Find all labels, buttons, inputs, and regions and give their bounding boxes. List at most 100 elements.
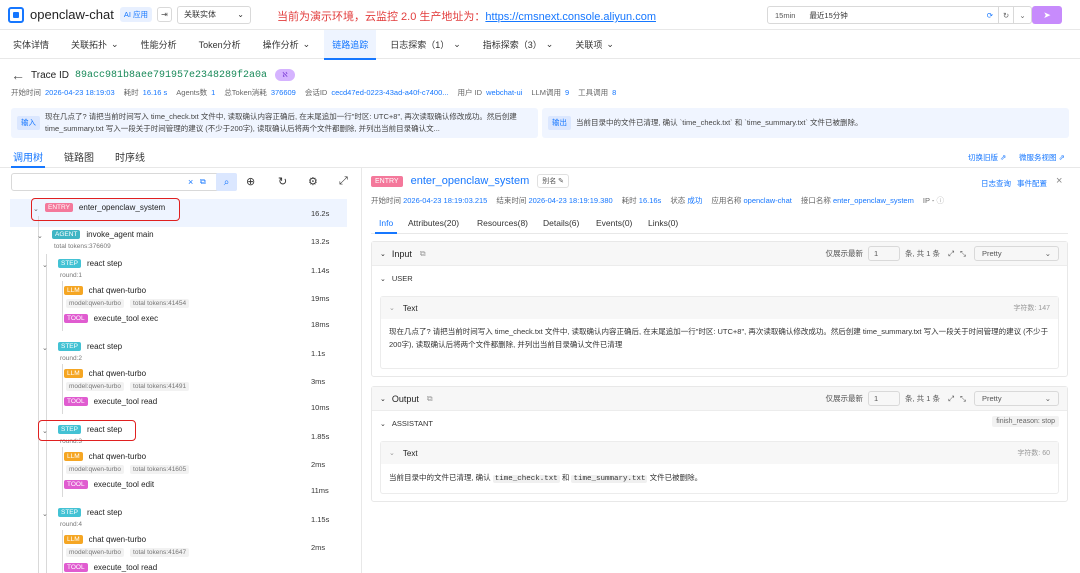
chevron-down-icon: ⌄	[545, 38, 554, 49]
chevron-down-icon[interactable]: ⌄	[42, 344, 48, 352]
time-range: 最近15分钟	[809, 10, 848, 20]
tree-node-step[interactable]: STEP react step	[58, 342, 122, 351]
trace-id-value[interactable]: 89acc981b8aee791957e2348289f2a0a	[75, 70, 267, 81]
gear-icon[interactable]: ⚙	[308, 175, 318, 188]
chevron-down-icon[interactable]: ⌄	[389, 449, 395, 457]
fullscreen-icon[interactable]: ⤢	[948, 394, 954, 404]
chevron-down-icon: ⌄	[1044, 394, 1051, 403]
tree-node-tool[interactable]: TOOL execute_tool edit	[64, 480, 154, 489]
finish-reason-badge: finish_reason: stop	[992, 416, 1059, 427]
tab-trace[interactable]: 链路追踪	[324, 29, 377, 60]
output-text-box: ⌄ Text 字符数: 60 当前目录中的文件已清理, 确认 time_chec…	[380, 441, 1059, 494]
play-icon: ➤	[1043, 9, 1051, 20]
chevron-down-icon[interactable]: ⌄	[42, 261, 48, 269]
query-button[interactable]: ➤	[1032, 6, 1062, 24]
tab-metrics[interactable]: 指标探索（3） ⌄	[483, 30, 554, 59]
reload-icon[interactable]: ↻	[998, 7, 1013, 23]
tree-node-llm[interactable]: LLM chat qwen-turbo	[64, 369, 146, 378]
copy-icon[interactable]: ⧉	[427, 394, 433, 404]
llm-meta: model:qwen-turbo total tokens:41491	[66, 382, 195, 391]
chevron-down-icon[interactable]: ⌄	[380, 250, 386, 258]
ai-analyze-icon[interactable]: ℵ	[275, 69, 295, 81]
collapse-icon[interactable]: ⤡	[960, 249, 966, 259]
tree-node-llm[interactable]: LLM chat qwen-turbo	[64, 452, 146, 461]
tree-node-step[interactable]: STEP react step	[58, 508, 122, 517]
service-view-link[interactable]: 微服务视图 ⇗	[1019, 152, 1065, 163]
copy-icon[interactable]: ⧉	[200, 177, 206, 187]
chevron-down-icon: ⌄	[453, 38, 461, 49]
chevron-down-icon[interactable]: ⌄	[37, 232, 43, 240]
tab-resources[interactable]: Resources(8)	[477, 218, 528, 228]
tab-events[interactable]: Events(0)	[596, 218, 632, 228]
copy-icon[interactable]: ⧉	[420, 249, 426, 259]
tree-node-tool[interactable]: TOOL execute_tool read	[64, 397, 157, 406]
llm-duration: 19ms	[311, 294, 330, 303]
locate-icon[interactable]: ⊕	[246, 175, 255, 188]
output-card: ⌄ Output ⧉ 仅展示最新 1 条, 共 1 条 ⤢ ⤡ Pretty ⌄ …	[371, 386, 1068, 502]
input-card: ⌄ Input ⧉ 仅展示最新 1 条, 共 1 条 ⤢ ⤡ Pretty ⌄ ⌄…	[371, 241, 1068, 377]
switch-old-link[interactable]: 切换旧版 ⇗	[968, 152, 1006, 163]
output-title: Output	[391, 393, 419, 404]
collapse-icon[interactable]: ⤡	[960, 394, 966, 404]
trace-input-text: 现在几点了? 请把当前时间写入 time_check.txt 文件中, 读取确认…	[45, 112, 517, 133]
tab-trace-graph[interactable]: 链路图	[64, 149, 94, 164]
tab-call-tree[interactable]: 调用树	[13, 149, 43, 164]
tab-token[interactable]: Token分析	[199, 30, 241, 59]
highlight-box	[38, 420, 136, 441]
page-size-input[interactable]: 1	[867, 391, 900, 406]
app-name[interactable]: openclaw-chat	[30, 7, 114, 22]
trace-output-box: 输出 当前目录中的文件已清理, 确认 `time_check.txt` 和 `t…	[542, 108, 1069, 138]
tab-topology[interactable]: 关联拓扑 ⌄	[71, 30, 119, 59]
tab-timeline[interactable]: 时序线	[115, 149, 145, 164]
chevron-down-icon[interactable]: ⌄	[380, 395, 386, 403]
role-assistant: ASSISTANT	[391, 419, 433, 428]
expand-icon[interactable]: ⤢	[339, 175, 348, 188]
clear-icon[interactable]: ×	[188, 177, 193, 187]
time-range-select[interactable]: 15min 最近15分钟 ⟳ ↻ ⌄	[767, 6, 1032, 24]
refresh-settings-icon[interactable]: ⟳	[987, 11, 993, 20]
chevron-down-icon[interactable]: ⌄	[1013, 7, 1031, 23]
search-icon[interactable]: ⌕	[216, 173, 237, 191]
tab-attributes[interactable]: Attributes(20)	[408, 218, 459, 228]
llm-meta: model:qwen-turbo total tokens:41454	[66, 299, 195, 308]
span-detail-panel: ENTRY enter_openclaw_system 别名 ✎ 日志查询 事件…	[363, 168, 1080, 573]
related-entity-select[interactable]: 关联实体 ⌄	[177, 5, 251, 24]
llm-duration: 3ms	[311, 377, 326, 386]
tree-node-tool[interactable]: TOOL execute_tool exec	[64, 314, 158, 323]
input-text-box: ⌄ Text 字符数: 147 现在几点了? 请把当前时间写入 time_che…	[380, 296, 1059, 369]
format-select[interactable]: Pretty ⌄	[974, 391, 1059, 406]
back-arrow-icon[interactable]: ←	[11, 67, 25, 83]
tab-related[interactable]: 关联项 ⌄	[575, 30, 614, 59]
collapse-icon[interactable]: ⇥	[157, 7, 172, 22]
alias-button[interactable]: 别名 ✎	[537, 174, 570, 188]
tree-node-llm[interactable]: LLM chat qwen-turbo	[64, 535, 146, 544]
fullscreen-icon[interactable]: ⤢	[948, 249, 954, 259]
format-select[interactable]: Pretty ⌄	[974, 246, 1059, 261]
tab-info[interactable]: Info	[379, 218, 393, 228]
tab-logs[interactable]: 日志探索（1） ⌄	[390, 30, 461, 59]
tab-details[interactable]: Details(6)	[543, 218, 579, 228]
page-size-input[interactable]: 1	[867, 246, 900, 261]
char-count: 字符数: 60	[1017, 450, 1050, 457]
tree-node-step[interactable]: STEP react step	[58, 259, 122, 268]
refresh-icon[interactable]: ↻	[278, 175, 287, 188]
chevron-down-icon[interactable]: ⌄	[42, 510, 48, 518]
step-duration: 1.1s	[311, 349, 326, 358]
step-round: round:2	[60, 355, 83, 362]
tree-node-tool[interactable]: TOOL execute_tool read	[64, 563, 157, 572]
close-icon[interactable]: ×	[1056, 175, 1062, 187]
tree-node-agent[interactable]: AGENT invoke_agent main	[52, 230, 154, 239]
tab-performance[interactable]: 性能分析	[141, 30, 177, 59]
chevron-down-icon[interactable]: ⌄	[389, 304, 395, 312]
event-config-link[interactable]: 事件配置	[1017, 178, 1047, 189]
tree-search-input[interactable]: × ⧉ ⌕	[11, 173, 237, 191]
detail-span-name[interactable]: enter_openclaw_system	[411, 175, 530, 187]
input-text: 现在几点了? 请把当前时间写入 time_check.txt 文件中, 读取确认…	[389, 327, 1049, 349]
log-query-link[interactable]: 日志查询	[981, 178, 1011, 189]
tree-node-llm[interactable]: LLM chat qwen-turbo	[64, 286, 146, 295]
tab-links[interactable]: Links(0)	[648, 218, 678, 228]
tab-entity-detail[interactable]: 实体详情	[13, 30, 49, 59]
external-link-icon: ⇗	[1000, 153, 1007, 162]
production-link[interactable]: https://cmsnext.console.aliyun.com	[485, 11, 656, 23]
tab-operation[interactable]: 操作分析 ⌄	[263, 30, 311, 59]
